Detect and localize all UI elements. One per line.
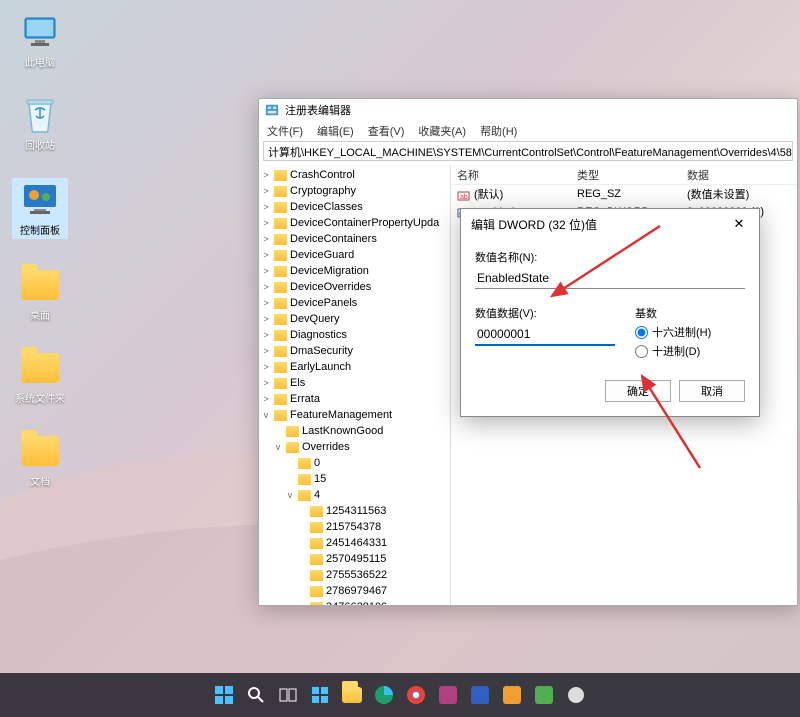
chrome-icon [406,685,426,705]
dialog-titlebar[interactable]: 编辑 DWORD (32 位)值 ✕ [461,209,759,239]
app-button[interactable] [467,682,493,708]
tree-item[interactable]: >DeviceOverrides [261,279,450,295]
tree-item[interactable]: >Cryptography [261,183,450,199]
tree-item[interactable]: 0 [261,455,450,471]
search-button[interactable] [243,682,269,708]
tree-item[interactable]: 15 [261,471,450,487]
widgets-button[interactable] [307,682,333,708]
dialog-title: 编辑 DWORD (32 位)值 [471,216,597,233]
app-icon [503,686,521,704]
start-button[interactable] [211,682,237,708]
tree-item[interactable]: >DeviceContainers [261,231,450,247]
folder-icon [21,353,59,383]
cancel-button[interactable]: 取消 [679,380,745,402]
desktop-icon-this-pc[interactable]: 此电脑 [12,12,68,69]
folder-icon [342,687,362,703]
taskview-icon [279,686,297,704]
tree-item[interactable]: >DeviceMigration [261,263,450,279]
taskview-button[interactable] [275,682,301,708]
taskbar[interactable] [0,673,800,717]
menu-help[interactable]: 帮助(H) [480,123,517,139]
tree-item[interactable]: 3476628106 [261,599,450,605]
svg-text:ab: ab [460,194,468,201]
app-icon [567,686,585,704]
tree-item[interactable]: >Errata [261,391,450,407]
tree-item[interactable]: >DeviceGuard [261,247,450,263]
tree-item[interactable]: >DevQuery [261,311,450,327]
widgets-icon [311,686,329,704]
tree-item[interactable]: 2755536522 [261,567,450,583]
tree-item[interactable]: 2786979467 [261,583,450,599]
tree-item[interactable]: >CrashControl [261,167,450,183]
desktop-icon-folder-2[interactable]: 系统文件来 [12,348,68,405]
tree-item[interactable]: >DmaSecurity [261,343,450,359]
radio-dec[interactable]: 十进制(D) [635,343,711,359]
address-bar[interactable]: 计算机\HKEY_LOCAL_MACHINE\SYSTEM\CurrentCon… [263,141,793,161]
tree-item[interactable]: vFeatureManagement [261,407,450,423]
tree-item[interactable]: vOverrides [261,439,450,455]
pc-icon [21,16,59,48]
search-icon [247,686,265,704]
edge-button[interactable] [371,682,397,708]
regedit-icon [265,103,279,117]
close-icon[interactable]: ✕ [729,216,749,232]
app-icon [471,686,489,704]
tree-item[interactable]: 1254311563 [261,503,450,519]
app-icon [535,686,553,704]
control-panel-icon [22,183,58,217]
registry-tree[interactable]: >CrashControl>Cryptography>DeviceClasses… [259,165,451,605]
edit-dword-dialog: 编辑 DWORD (32 位)值 ✕ 数值名称(N): 数值数据(V): 基数 … [460,208,760,417]
explorer-button[interactable] [339,682,365,708]
menu-edit[interactable]: 编辑(E) [317,123,354,139]
tree-item[interactable]: >DevicePanels [261,295,450,311]
ok-button[interactable]: 确定 [605,380,671,402]
value-data-label: 数值数据(V): [475,305,615,321]
tree-item[interactable]: >EarlyLaunch [261,359,450,375]
app-button[interactable] [499,682,525,708]
folder-icon [21,436,59,466]
tree-item[interactable]: >Diagnostics [261,327,450,343]
edge-icon [374,685,394,705]
radio-hex[interactable]: 十六进制(H) [635,324,711,340]
app-button[interactable] [531,682,557,708]
app-icon [439,686,457,704]
tree-item[interactable]: LastKnownGood [261,423,450,439]
base-label: 基数 [635,305,711,321]
window-title: 注册表编辑器 [285,102,351,118]
tree-item[interactable]: 215754378 [261,519,450,535]
windows-icon [214,685,234,705]
menubar: 文件(F) 编辑(E) 查看(V) 收藏夹(A) 帮助(H) [259,121,797,141]
menu-favorites[interactable]: 收藏夹(A) [418,123,466,139]
chrome-button[interactable] [403,682,429,708]
folder-icon [21,270,59,300]
tree-item[interactable]: v4 [261,487,450,503]
desktop-icon-folder-1[interactable]: 桌面 [12,265,68,322]
tree-item[interactable]: 2451464331 [261,535,450,551]
desktop-icons: 此电脑 回收站 控制面板 桌面 系统文件来 文档 [12,12,68,488]
desktop-icon-control-panel[interactable]: 控制面板 [12,178,68,239]
tree-item[interactable]: >DeviceClasses [261,199,450,215]
desktop-icon-recycle-bin[interactable]: 回收站 [12,95,68,152]
menu-file[interactable]: 文件(F) [267,123,303,139]
value-row[interactable]: ab(默认)REG_SZ(数值未设置) [451,185,797,203]
menu-view[interactable]: 查看(V) [368,123,405,139]
tree-item[interactable]: 2570495115 [261,551,450,567]
desktop-icon-folder-3[interactable]: 文档 [12,431,68,488]
recycle-bin-icon [23,96,57,134]
value-name-input[interactable] [475,268,745,289]
values-header[interactable]: 名称 类型 数据 [451,165,797,185]
value-name-label: 数值名称(N): [475,249,745,265]
tree-item[interactable]: >Els [261,375,450,391]
value-data-input[interactable] [475,324,615,346]
app-button[interactable] [563,682,589,708]
app-button[interactable] [435,682,461,708]
titlebar[interactable]: 注册表编辑器 [259,99,797,121]
tree-item[interactable]: >DeviceContainerPropertyUpda [261,215,450,231]
